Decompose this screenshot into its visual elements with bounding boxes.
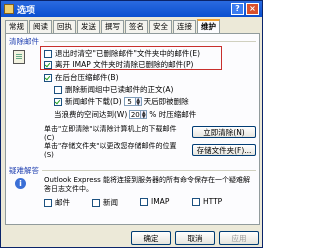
tab-security[interactable]: 安全	[149, 20, 172, 33]
compact-percent-stepper[interactable]: 20 ▲ ▼	[129, 110, 148, 120]
window-title: 选项	[17, 5, 36, 16]
compact-threshold-option: 当浪费的空间达到(W) 20 ▲ ▼ % 时压缩邮件	[54, 109, 196, 120]
log-http-label: HTTP	[203, 197, 223, 206]
options-dialog: 选项 ? × 常规 阅读 回执 发送 撰写 签名 安全 连接 维护 清除邮件 退…	[0, 0, 263, 248]
delete-news-checkbox[interactable]	[54, 97, 62, 106]
purge-imap-option[interactable]: 离开 IMAP 文件夹时清除已删除的邮件(P)	[44, 59, 193, 70]
tab-signatures[interactable]: 签名	[125, 20, 148, 33]
tab-connection[interactable]: 连接	[173, 20, 196, 33]
log-news-checkbox[interactable]	[92, 198, 100, 207]
purge-imap-checkbox[interactable]	[44, 60, 52, 69]
delete-news-days-value[interactable]: 5	[123, 97, 136, 106]
clean-up-icon	[13, 50, 25, 64]
empty-deleted-option[interactable]: 退出时清空"已删除邮件"文件夹中的邮件(E)	[44, 48, 200, 59]
log-imap-option[interactable]: IMAP	[140, 197, 169, 206]
compact-percent-value[interactable]: 20	[129, 110, 142, 119]
log-mail-option[interactable]: 邮件	[44, 197, 70, 208]
log-http-option[interactable]: HTTP	[192, 197, 222, 206]
spin-arrows-icon[interactable]: ▲ ▼	[141, 110, 148, 120]
delete-read-bodies-option[interactable]: 删除新闻组中已读邮件的正文(A)	[54, 84, 173, 95]
clean-now-button[interactable]: 立即清除(N)	[192, 126, 256, 138]
background-compact-checkbox[interactable]	[44, 73, 52, 82]
log-imap-checkbox[interactable]	[140, 197, 148, 206]
clean-section-label: 清除邮件	[9, 37, 39, 46]
delete-news-suffix: 天后即被删除	[143, 97, 189, 106]
log-imap-label: IMAP	[151, 197, 170, 206]
section-divider	[44, 41, 256, 42]
apply-button[interactable]: 应用	[219, 231, 259, 245]
log-news-option[interactable]: 新闻	[92, 197, 118, 208]
compact-percent-suffix: % 时压缩邮件	[149, 110, 197, 119]
tab-read[interactable]: 阅读	[29, 20, 52, 33]
title-bar[interactable]: 选项 ? ×	[1, 1, 262, 17]
tab-general[interactable]: 常规	[5, 20, 28, 33]
ok-button[interactable]: 确定	[131, 231, 171, 245]
tab-strip: 常规 阅读 回执 发送 撰写 签名 安全 连接 维护	[5, 19, 260, 34]
spin-arrows-icon[interactable]: ▲ ▼	[135, 97, 142, 107]
log-http-checkbox[interactable]	[192, 197, 200, 206]
tab-maintenance[interactable]: 维护	[197, 19, 220, 34]
store-folder-text: 单击"存储文件夹"以更改您存储邮件的位置(S)	[44, 142, 177, 159]
info-icon: i	[15, 178, 26, 189]
log-mail-checkbox[interactable]	[44, 198, 52, 207]
trouble-text: Outlook Express 能将连接到服务器的所有命令保存在一个疑难解答日志…	[44, 176, 251, 193]
background-compact-option[interactable]: 在后台压缩邮件(B)	[44, 72, 119, 83]
delete-news-days-stepper[interactable]: 5 ▲ ▼	[123, 97, 142, 107]
purge-imap-label: 离开 IMAP 文件夹时清除已删除的邮件(P)	[55, 60, 194, 69]
store-folder-button[interactable]: 存储文件夹(F)...	[192, 144, 256, 156]
delete-news-label: 新闻邮件下载(D)	[65, 97, 122, 106]
tab-send[interactable]: 发送	[77, 20, 100, 33]
maintenance-panel: 清除邮件 退出时清空"已删除邮件"文件夹中的邮件(E) 离开 IMAP 文件夹时…	[5, 33, 260, 225]
background-compact-label: 在后台压缩邮件(B)	[55, 73, 119, 82]
log-mail-label: 邮件	[55, 198, 70, 207]
compact-threshold-label: 当浪费的空间达到(W)	[54, 110, 128, 119]
cancel-button[interactable]: 取消	[175, 231, 215, 245]
help-icon[interactable]: ?	[231, 3, 244, 15]
app-icon	[4, 4, 14, 14]
empty-deleted-label: 退出时清空"已删除邮件"文件夹中的邮件(E)	[55, 49, 200, 58]
tab-compose[interactable]: 撰写	[101, 20, 124, 33]
empty-deleted-checkbox[interactable]	[44, 49, 52, 58]
tab-receipts[interactable]: 回执	[53, 20, 76, 33]
delete-read-bodies-checkbox[interactable]	[54, 85, 62, 94]
trouble-section-label: 疑难解答	[9, 166, 39, 175]
log-news-label: 新闻	[103, 198, 118, 207]
delete-read-bodies-label: 删除新闻组中已读邮件的正文(A)	[65, 85, 174, 94]
close-icon[interactable]: ×	[246, 3, 259, 15]
delete-news-option[interactable]: 新闻邮件下载(D) 5 ▲ ▼ 天后即被删除	[54, 96, 189, 107]
clean-now-text: 单击"立即清除"以清除计算机上的下载邮件(C)	[44, 125, 177, 142]
section-divider	[42, 170, 256, 171]
